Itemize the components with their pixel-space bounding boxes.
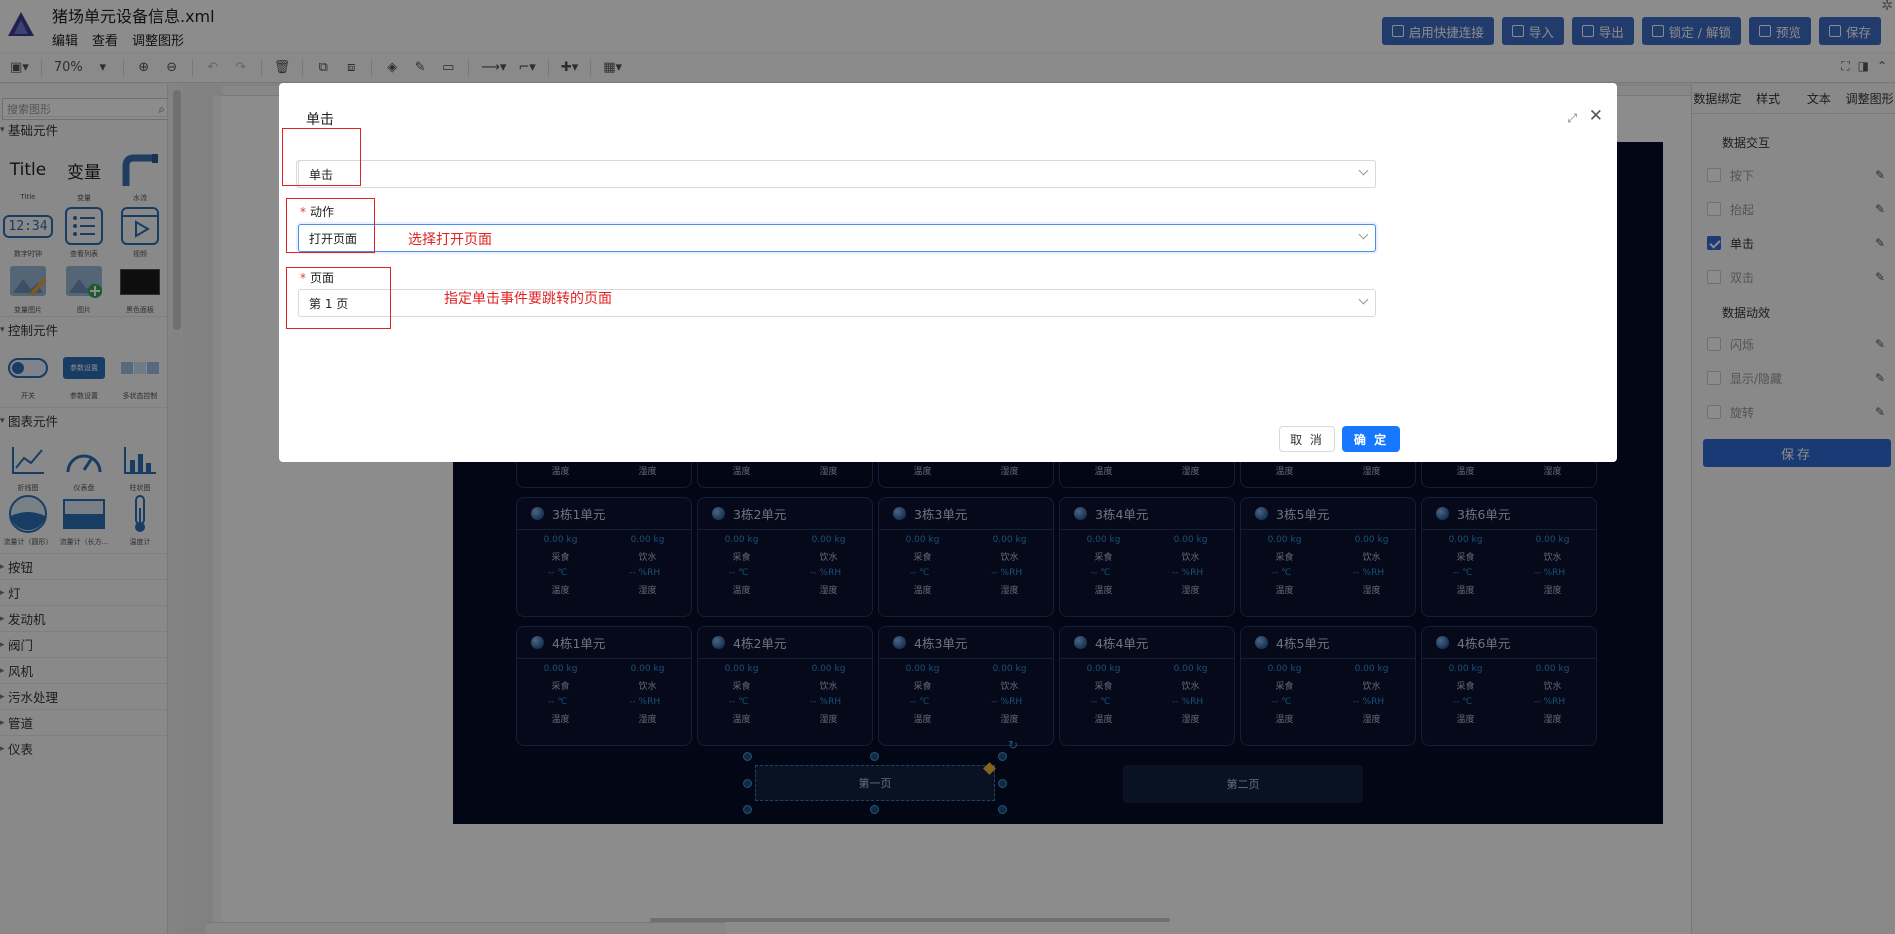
annotation-box	[286, 198, 375, 253]
close-icon[interactable]: ✕	[1589, 106, 1603, 126]
annotation-note-action: 选择打开页面	[408, 232, 492, 248]
annotation-box	[286, 267, 391, 329]
annotation-note-page: 指定单击事件要跳转的页面	[444, 291, 612, 307]
event-select[interactable]: 单击	[298, 160, 1376, 188]
chevron-down-icon	[1358, 165, 1369, 176]
chevron-down-icon	[1358, 294, 1369, 305]
dialog-title: 单击	[306, 112, 334, 128]
maximize-icon[interactable]: ⤢	[1567, 111, 1577, 126]
cancel-button[interactable]: 取 消	[1279, 426, 1335, 452]
click-event-dialog: 单击 ⤢ ✕ *单击 单击 *动作 打开页面 *页面 第 1 页 选择打开页面 …	[279, 83, 1617, 462]
confirm-button[interactable]: 确 定	[1342, 426, 1400, 452]
chevron-down-icon	[1358, 229, 1369, 240]
annotation-box	[282, 128, 361, 186]
